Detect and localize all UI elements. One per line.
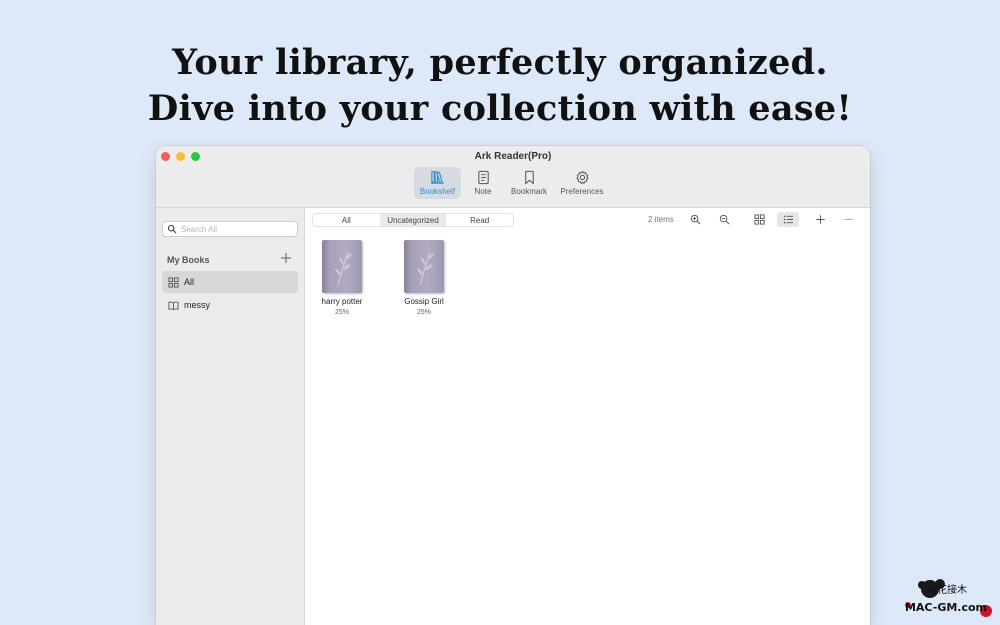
toolbar-note-button[interactable]: Note bbox=[467, 167, 499, 199]
filter-segmented-control: All Uncategorized Read bbox=[312, 213, 514, 227]
svg-text:MAC-GM.com: MAC-GM.com bbox=[905, 601, 987, 614]
book-cover[interactable] bbox=[322, 240, 362, 293]
filter-read[interactable]: Read bbox=[446, 214, 513, 226]
grid-icon bbox=[168, 276, 179, 288]
grid-view-icon bbox=[753, 214, 765, 225]
book-progress: 25% bbox=[416, 309, 431, 316]
zoom-in-button[interactable] bbox=[685, 212, 705, 227]
add-collection-icon[interactable] bbox=[280, 252, 292, 264]
zoom-out-button[interactable] bbox=[714, 212, 734, 227]
gear-icon bbox=[575, 170, 589, 184]
toolbar-preferences-label: Preferences bbox=[560, 187, 604, 196]
toolbar-bookmark-button[interactable]: Bookmark bbox=[506, 167, 552, 199]
remove-book-button[interactable] bbox=[838, 212, 858, 227]
plus-icon bbox=[815, 215, 825, 224]
app-window: Ark Reader(Pro) Bookshelf Note Bookmark … bbox=[156, 146, 870, 625]
sidebar-item-all[interactable]: All bbox=[162, 271, 298, 293]
zoom-in-icon bbox=[690, 214, 700, 225]
bookshelf-content: All Uncategorized Read 2 items harry pot… bbox=[305, 208, 870, 625]
my-books-heading: My Books bbox=[167, 255, 210, 265]
sidebar-item-messy[interactable]: messy bbox=[162, 294, 298, 316]
headline-line-2: Dive into your collection with ease! bbox=[147, 88, 853, 129]
search-input[interactable] bbox=[181, 224, 291, 234]
note-icon bbox=[477, 170, 489, 185]
bookshelf-icon bbox=[430, 171, 445, 184]
book-progress: 25% bbox=[334, 309, 349, 316]
filter-uncategorized[interactable]: Uncategorized bbox=[379, 214, 447, 226]
search-icon bbox=[167, 224, 177, 234]
toolbar-note-label: Note bbox=[474, 187, 492, 196]
book-title: harry potter bbox=[321, 297, 363, 306]
sidebar-item-all-label: All bbox=[184, 277, 195, 287]
list-view-icon bbox=[783, 215, 793, 224]
headline-line-1: Your library, perfectly organized. bbox=[172, 42, 828, 83]
watermark-logo: 梅花接木 MAC-GM.com bbox=[905, 579, 992, 617]
toolbar-preferences-button[interactable]: Preferences bbox=[556, 167, 608, 199]
book-cover[interactable] bbox=[404, 240, 444, 293]
open-book-icon bbox=[168, 301, 179, 310]
grid-view-button[interactable] bbox=[749, 212, 769, 227]
leaf-illustration bbox=[417, 251, 434, 286]
list-view-button[interactable] bbox=[777, 212, 799, 227]
book-title: Gossip Girl bbox=[404, 297, 444, 306]
bookmark-icon bbox=[524, 170, 534, 185]
toolbar-bookmark-label: Bookmark bbox=[510, 187, 547, 196]
filter-all[interactable]: All bbox=[313, 214, 380, 226]
title-bar: Ark Reader(Pro) Bookshelf Note Bookmark … bbox=[156, 146, 870, 208]
sidebar: My Books All messy bbox=[156, 208, 305, 625]
book-item[interactable]: Gossip Girl 25% bbox=[391, 240, 457, 316]
search-box[interactable] bbox=[162, 221, 298, 237]
minus-icon bbox=[843, 219, 853, 220]
book-item[interactable]: harry potter 25% bbox=[309, 240, 375, 316]
toolbar-bookshelf-button[interactable]: Bookshelf bbox=[414, 167, 461, 199]
window-title: Ark Reader(Pro) bbox=[474, 151, 552, 162]
sidebar-item-messy-label: messy bbox=[184, 300, 211, 310]
toolbar-bookshelf-label: Bookshelf bbox=[419, 187, 456, 196]
item-count: 2 items bbox=[648, 215, 674, 224]
add-book-button[interactable] bbox=[810, 212, 830, 227]
zoom-out-icon bbox=[719, 214, 729, 225]
svg-text:梅花接木: 梅花接木 bbox=[927, 583, 967, 596]
leaf-illustration bbox=[335, 251, 352, 286]
